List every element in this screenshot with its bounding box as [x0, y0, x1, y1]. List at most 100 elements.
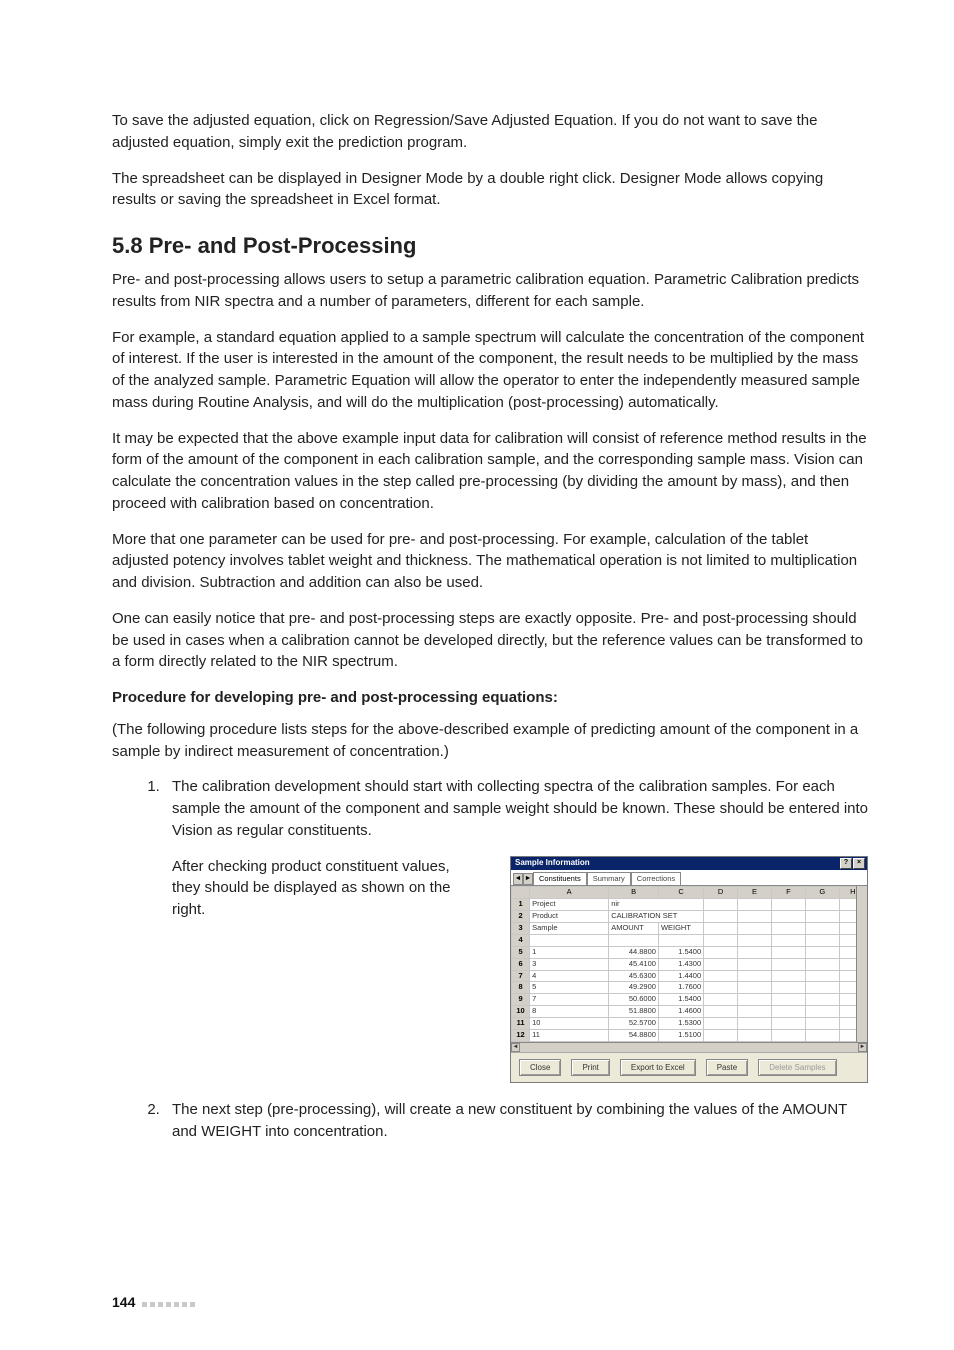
cell[interactable]: 49.2900 — [609, 982, 659, 994]
row-header[interactable]: 11 — [512, 1018, 530, 1030]
cell[interactable] — [738, 899, 772, 911]
cell[interactable]: 5 — [530, 982, 609, 994]
cell[interactable]: 45.6300 — [609, 970, 659, 982]
row-header[interactable]: 8 — [512, 982, 530, 994]
cell[interactable]: 4 — [530, 970, 609, 982]
row-header[interactable]: 10 — [512, 1006, 530, 1018]
cell[interactable] — [771, 994, 805, 1006]
cell[interactable] — [704, 911, 738, 923]
row-header[interactable]: 9 — [512, 994, 530, 1006]
row-header[interactable]: 12 — [512, 1029, 530, 1041]
tab-summary[interactable]: Summary — [587, 872, 631, 886]
cell[interactable] — [704, 994, 738, 1006]
cell[interactable]: AMOUNT — [609, 923, 659, 935]
cell[interactable]: 11 — [530, 1029, 609, 1041]
col-header[interactable]: D — [704, 887, 738, 899]
cell[interactable] — [704, 934, 738, 946]
vertical-scrollbar[interactable] — [856, 886, 867, 1041]
cell[interactable] — [738, 1029, 772, 1041]
cell[interactable] — [738, 911, 772, 923]
cell[interactable] — [771, 1029, 805, 1041]
cell[interactable] — [738, 982, 772, 994]
cell[interactable] — [771, 970, 805, 982]
cell[interactable] — [609, 934, 659, 946]
cell[interactable] — [771, 1006, 805, 1018]
cell[interactable] — [771, 911, 805, 923]
cell[interactable] — [738, 1018, 772, 1030]
cell[interactable] — [805, 982, 839, 994]
cell[interactable] — [805, 970, 839, 982]
cell[interactable] — [704, 982, 738, 994]
cell[interactable]: Project — [530, 899, 609, 911]
cell[interactable] — [738, 970, 772, 982]
cell[interactable] — [805, 923, 839, 935]
cell[interactable] — [704, 923, 738, 935]
cell[interactable]: 1.5100 — [658, 1029, 703, 1041]
cell[interactable]: 1.5400 — [658, 946, 703, 958]
row-header[interactable]: 6 — [512, 958, 530, 970]
cell[interactable] — [704, 1006, 738, 1018]
cell[interactable]: 3 — [530, 958, 609, 970]
cell[interactable]: 44.8800 — [609, 946, 659, 958]
spreadsheet-table[interactable]: A B C D E F G H 1Projectnir2 — [511, 886, 867, 1041]
help-icon[interactable]: ? — [840, 858, 852, 869]
horizontal-scrollbar[interactable]: ◄ ► — [511, 1042, 867, 1052]
cell[interactable]: 54.8800 — [609, 1029, 659, 1041]
cell[interactable] — [805, 899, 839, 911]
row-header[interactable]: 3 — [512, 923, 530, 935]
cell[interactable]: 50.6000 — [609, 994, 659, 1006]
scroll-right-icon[interactable]: ► — [858, 1043, 867, 1052]
cell[interactable]: 45.4100 — [609, 958, 659, 970]
cell[interactable] — [805, 946, 839, 958]
col-header[interactable]: F — [771, 887, 805, 899]
cell[interactable] — [704, 946, 738, 958]
tab-scroll-right-icon[interactable]: ► — [523, 873, 533, 885]
cell[interactable] — [738, 934, 772, 946]
cell[interactable]: 10 — [530, 1018, 609, 1030]
cell[interactable]: CALIBRATION SET — [609, 911, 704, 923]
row-header[interactable]: 1 — [512, 899, 530, 911]
cell[interactable] — [704, 970, 738, 982]
cell[interactable] — [805, 1029, 839, 1041]
cell[interactable] — [530, 934, 609, 946]
cell[interactable]: 1.4600 — [658, 1006, 703, 1018]
cell[interactable]: 1 — [530, 946, 609, 958]
cell[interactable] — [771, 1018, 805, 1030]
cell[interactable] — [771, 899, 805, 911]
cell[interactable]: 52.5700 — [609, 1018, 659, 1030]
print-button[interactable]: Print — [571, 1059, 609, 1077]
close-icon[interactable]: × — [853, 858, 865, 869]
cell[interactable] — [771, 946, 805, 958]
cell[interactable] — [738, 958, 772, 970]
cell[interactable] — [738, 923, 772, 935]
tab-scroll-left-icon[interactable]: ◄ — [513, 873, 523, 885]
paste-button[interactable]: Paste — [706, 1059, 748, 1077]
cell[interactable] — [805, 958, 839, 970]
cell[interactable]: 1.5300 — [658, 1018, 703, 1030]
close-button[interactable]: Close — [519, 1059, 561, 1077]
cell[interactable] — [704, 899, 738, 911]
cell[interactable]: nir — [609, 899, 704, 911]
cell[interactable]: 51.8800 — [609, 1006, 659, 1018]
col-header[interactable]: G — [805, 887, 839, 899]
cell[interactable]: 1.4300 — [658, 958, 703, 970]
cell[interactable] — [658, 934, 703, 946]
cell[interactable] — [805, 1018, 839, 1030]
cell[interactable] — [738, 946, 772, 958]
cell[interactable] — [805, 994, 839, 1006]
cell[interactable] — [771, 982, 805, 994]
cell[interactable] — [704, 958, 738, 970]
export-excel-button[interactable]: Export to Excel — [620, 1059, 696, 1077]
row-header[interactable]: 2 — [512, 911, 530, 923]
cell[interactable] — [704, 1018, 738, 1030]
cell[interactable]: WEIGHT — [658, 923, 703, 935]
cell[interactable] — [805, 934, 839, 946]
cell[interactable]: 1.7600 — [658, 982, 703, 994]
cell[interactable]: 7 — [530, 994, 609, 1006]
col-header[interactable]: B — [609, 887, 659, 899]
row-header[interactable]: 5 — [512, 946, 530, 958]
cell[interactable] — [771, 934, 805, 946]
tab-corrections[interactable]: Corrections — [631, 872, 681, 886]
cell[interactable] — [805, 1006, 839, 1018]
cell[interactable] — [704, 1029, 738, 1041]
